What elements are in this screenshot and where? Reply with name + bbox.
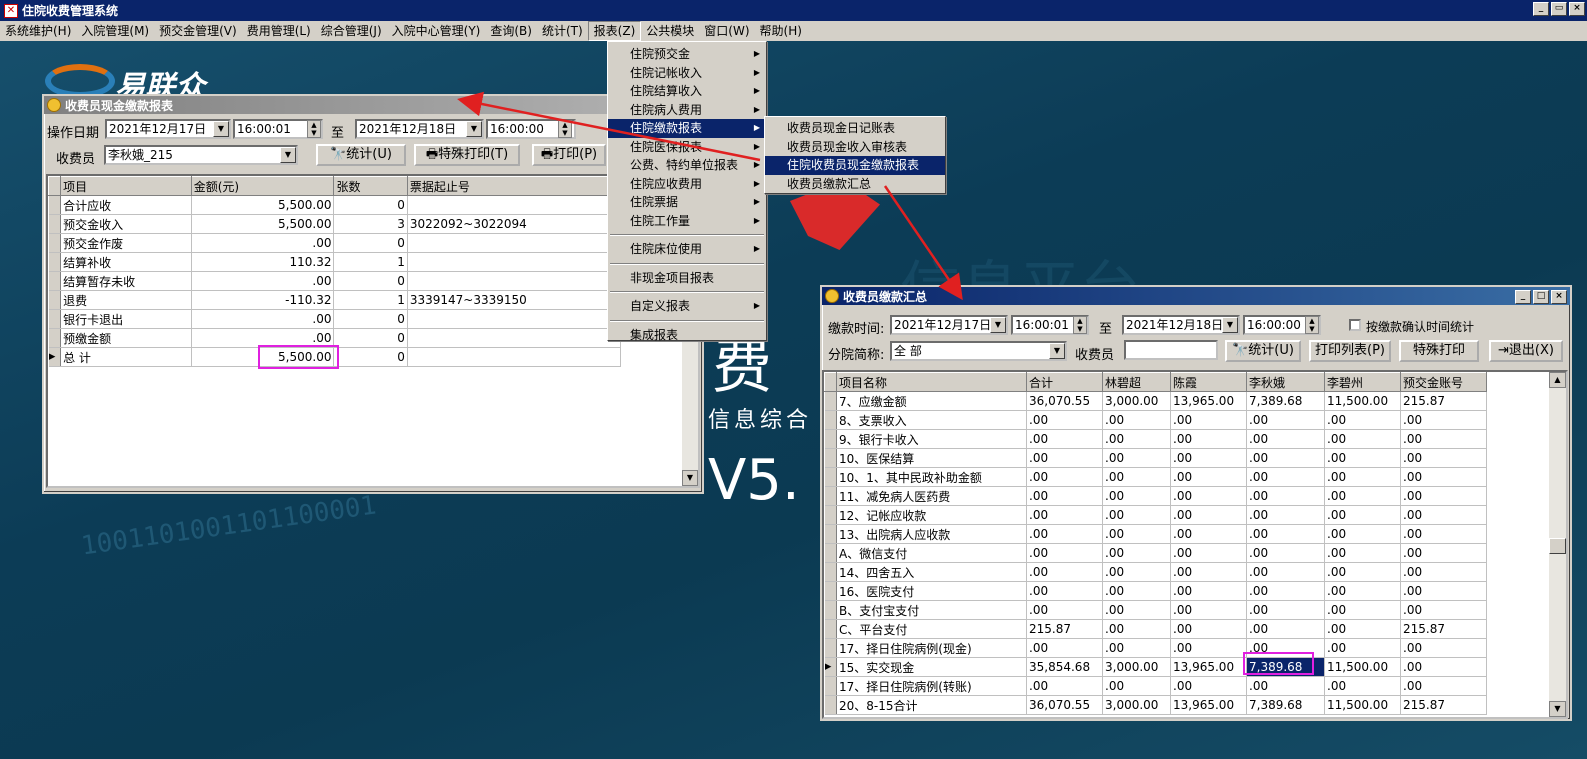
annotation-arrows xyxy=(457,91,963,301)
arrow-to-summary xyxy=(883,185,963,301)
arrow-to-cash-report xyxy=(457,91,761,162)
